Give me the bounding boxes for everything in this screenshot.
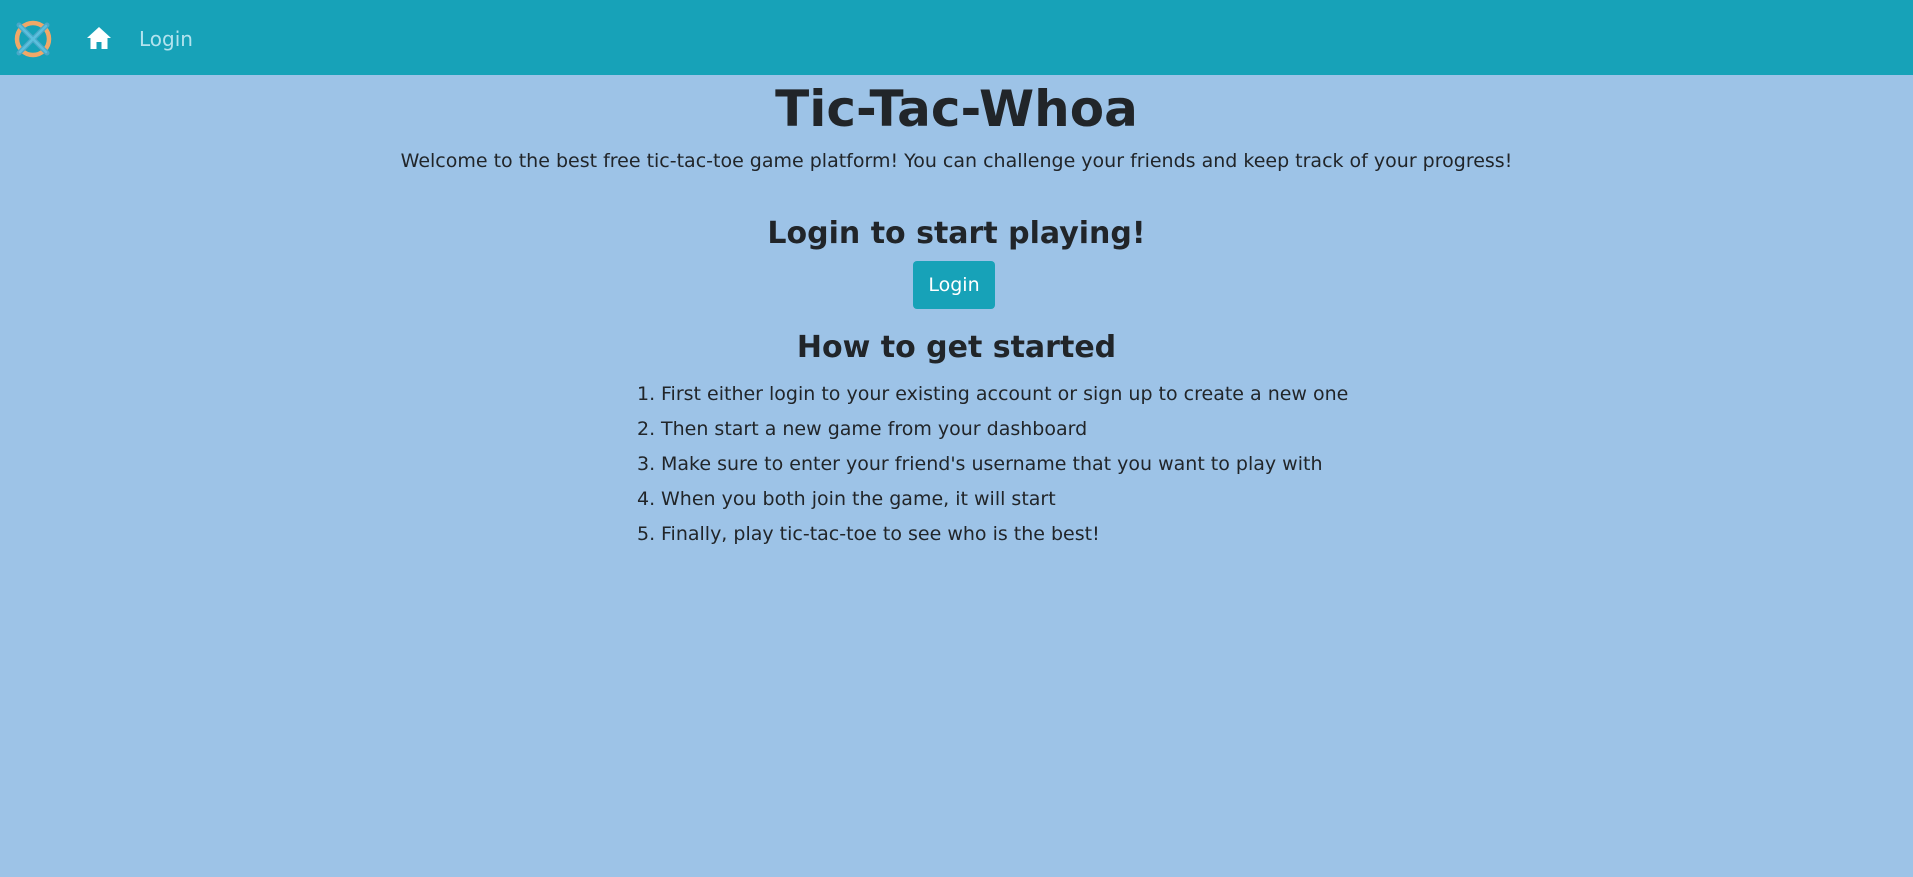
step-number: 5. (637, 523, 656, 545)
how-to-heading: How to get started (796, 330, 1117, 365)
step-number: 2. (637, 418, 656, 440)
step-number: 4. (637, 488, 656, 510)
top-navbar: Login (0, 0, 1913, 75)
login-button[interactable]: Login (913, 261, 995, 309)
step-text: Make sure to enter your friend's usernam… (661, 453, 1323, 475)
step-text: First either login to your existing acco… (661, 383, 1349, 405)
nav-login-link[interactable]: Login (139, 25, 193, 53)
step-item: 3. Make sure to enter your friend's usern… (637, 447, 1348, 482)
step-number: 3. (637, 453, 656, 475)
step-text: Then start a new game from your dashboar… (661, 418, 1088, 440)
step-item: 2. Then start a new game from your dashbo… (637, 412, 1348, 447)
step-item: 4. When you both join the game, it will s… (637, 482, 1348, 517)
home-icon[interactable] (86, 26, 112, 50)
steps-list: 1. First either login to your existing ac… (637, 377, 1348, 552)
tic-tac-toe-logo-icon[interactable] (13, 19, 53, 59)
welcome-text: Welcome to the best free tic-tac-toe gam… (400, 150, 1513, 172)
step-item: 5. Finally, play tic-tac-toe to see who i… (637, 517, 1348, 552)
step-text: When you both join the game, it will sta… (661, 488, 1056, 510)
login-prompt-heading: Login to start playing! (767, 216, 1146, 251)
step-number: 1. (637, 383, 656, 405)
step-text: Finally, play tic-tac-toe to see who is … (661, 523, 1100, 545)
step-item: 1. First either login to your existing ac… (637, 377, 1348, 412)
page-title: Tic-Tac-Whoa (775, 80, 1138, 138)
